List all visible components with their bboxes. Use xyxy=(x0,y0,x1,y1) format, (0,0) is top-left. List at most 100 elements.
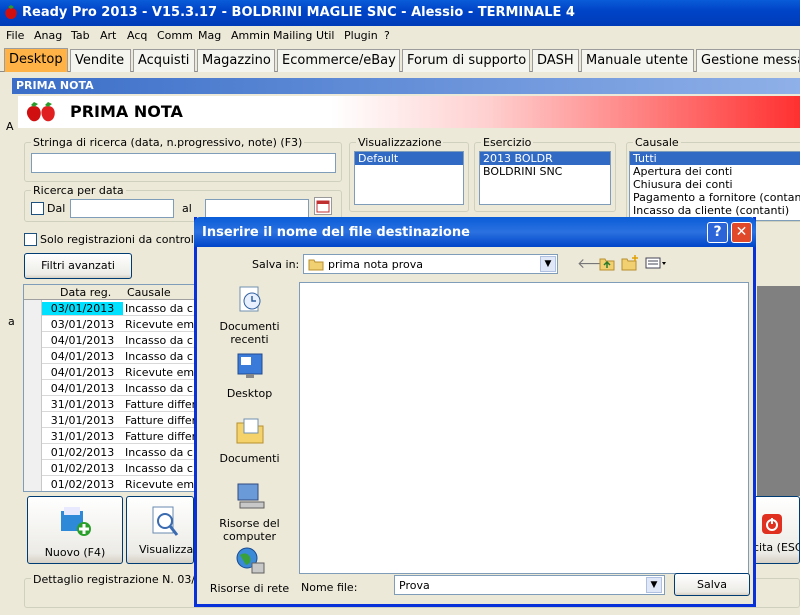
up-folder-icon[interactable] xyxy=(599,256,615,271)
menu-tab[interactable]: Tab xyxy=(71,29,90,42)
app-title: Ready Pro 2013 - V15.3.17 - BOLDRINI MAG… xyxy=(22,5,575,20)
recent-documents-icon xyxy=(239,286,260,312)
place-my-computer[interactable]: Risorse del computer xyxy=(207,480,292,543)
search-input[interactable] xyxy=(31,153,336,173)
only-check-checkbox[interactable] xyxy=(24,233,37,246)
save-button[interactable]: Salva xyxy=(674,573,750,596)
tab-manuale[interactable]: Manuale utente xyxy=(581,49,694,72)
list-item[interactable]: Tutti xyxy=(630,152,800,165)
table-row[interactable]: 04/01/2013 Incasso da clie xyxy=(24,332,203,348)
new-folder-icon[interactable] xyxy=(621,255,639,271)
menu-ammin[interactable]: Ammin xyxy=(231,29,270,42)
causale-list[interactable]: Tutti Apertura dei conti Chiusura dei co… xyxy=(629,151,800,221)
desktop-icon xyxy=(237,353,262,378)
new-button[interactable]: Nuovo (F4) xyxy=(27,496,123,564)
menu-comm[interactable]: Comm xyxy=(157,29,193,42)
cell-date: 04/01/2013 xyxy=(50,350,115,363)
menu-art[interactable]: Art xyxy=(100,29,116,42)
menu-mailing[interactable]: Mailing xyxy=(273,29,312,42)
prima-nota-banner: PRIMA NOTA xyxy=(18,96,800,128)
app-titlebar: Ready Pro 2013 - V15.3.17 - BOLDRINI MAG… xyxy=(0,0,800,26)
chevron-down-icon[interactable]: ▼ xyxy=(646,577,662,593)
tab-acquisti[interactable]: Acquisti xyxy=(133,49,195,72)
esercizio-label: Esercizio xyxy=(481,136,534,149)
list-item[interactable]: Pagamento a fornitore (contanti) xyxy=(630,191,800,204)
esercizio-list[interactable]: 2013 BOLDR BOLDRINI SNC xyxy=(479,151,611,205)
help-button[interactable]: ? xyxy=(707,222,728,243)
tab-ecommerce[interactable]: Ecommerce/eBay xyxy=(277,49,400,72)
magnifier-doc-icon xyxy=(152,506,179,536)
tab-forum[interactable]: Forum di supporto xyxy=(402,49,530,72)
table-row[interactable]: 04/01/2013 Ricevute emes xyxy=(24,364,202,380)
file-list[interactable] xyxy=(299,282,749,574)
documents-folder-icon xyxy=(236,418,263,444)
table-row[interactable]: 04/01/2013 Incasso da clie xyxy=(24,348,202,364)
cell-date: 03/01/2013 xyxy=(50,318,115,331)
cell-date: 03/01/2013 xyxy=(42,302,123,315)
table-row[interactable]: 31/01/2013 Fatture differi xyxy=(24,412,202,428)
search-group: Stringa di ricerca (data, n.progressivo,… xyxy=(24,136,342,182)
table-row[interactable]: 01/02/2013 Incasso da clie xyxy=(24,444,202,460)
menu-plugin[interactable]: Plugin xyxy=(344,29,378,42)
calendar-icon[interactable] xyxy=(314,197,332,215)
computer-icon xyxy=(237,483,264,509)
filename-value: Prova xyxy=(399,579,430,592)
visualizzazione-group: Visualizzazione Default xyxy=(349,136,469,212)
date-to-input[interactable] xyxy=(205,199,309,218)
tab-dash[interactable]: DASH xyxy=(532,49,579,72)
menu-acq[interactable]: Acq xyxy=(127,29,147,42)
strawberries-icon xyxy=(26,102,55,122)
table-row[interactable]: 03/01/2013 Ricevute emes xyxy=(24,316,202,332)
place-network[interactable]: Risorse di rete xyxy=(207,545,292,595)
list-item[interactable]: Default xyxy=(355,152,463,165)
new-record-icon xyxy=(61,507,91,536)
menu-file[interactable]: File xyxy=(6,29,24,42)
table-row[interactable]: 03/01/2013 Incasso da clie xyxy=(24,300,202,316)
menu-util[interactable]: Util xyxy=(316,29,334,42)
column-header-date[interactable]: Data reg. xyxy=(60,286,111,299)
network-globe-icon xyxy=(236,547,264,574)
tab-vendite[interactable]: Vendite xyxy=(70,49,131,72)
registrations-table[interactable]: Data reg. Causale 03/01/2013 Incasso da c… xyxy=(23,284,203,492)
date-filter-checkbox[interactable] xyxy=(31,202,44,215)
save-in-dropdown[interactable]: prima nota prova ▼ xyxy=(303,254,558,274)
cell-date: 01/02/2013 xyxy=(50,462,115,475)
cell-causale: Ricevute emes xyxy=(125,478,203,491)
visualizzazione-label: Visualizzazione xyxy=(356,136,444,149)
place-desktop[interactable]: Desktop xyxy=(207,350,292,400)
menu-anag[interactable]: Anag xyxy=(34,29,62,42)
cell-causale: Fatture differi xyxy=(125,414,200,427)
list-item[interactable]: BOLDRINI SNC xyxy=(480,165,610,178)
close-button[interactable]: ✕ xyxy=(731,222,752,243)
place-documents[interactable]: Documenti xyxy=(207,415,292,465)
table-row[interactable]: 01/02/2013 Incasso da clie xyxy=(24,460,202,476)
strawberry-icon xyxy=(5,5,17,19)
cell-causale: Fatture differi xyxy=(125,398,200,411)
visualizzazione-list[interactable]: Default xyxy=(354,151,464,205)
list-item[interactable]: Chiusura dei conti xyxy=(630,178,800,191)
place-recent-documents[interactable]: Documenti recenti xyxy=(207,283,292,346)
causale-group: Causale Tutti Apertura dei conti Chiusur… xyxy=(626,136,800,222)
to-label: al xyxy=(182,202,192,215)
menu-mag[interactable]: Mag xyxy=(198,29,221,42)
table-row[interactable]: 01/02/2013 Ricevute emes xyxy=(24,476,203,491)
tab-gestione[interactable]: Gestione messa xyxy=(696,49,800,72)
menu-help[interactable]: ? xyxy=(384,29,390,42)
column-header-causale[interactable]: Causale xyxy=(127,286,171,299)
cell-causale: Incasso da clie xyxy=(125,334,203,347)
date-from-input[interactable] xyxy=(70,199,174,218)
chevron-down-icon[interactable]: ▼ xyxy=(540,256,556,272)
view-button[interactable]: Visualizza (F xyxy=(126,496,194,564)
list-item[interactable]: 2013 BOLDR xyxy=(480,152,610,165)
table-row[interactable]: 31/01/2013 Fatture differi xyxy=(24,428,202,444)
list-item[interactable]: Apertura dei conti xyxy=(630,165,800,178)
table-row[interactable]: 31/01/2013 Fatture differi xyxy=(24,396,202,412)
advanced-filters-button[interactable]: Filtri avanzati xyxy=(24,253,132,279)
tab-desktop[interactable]: Desktop xyxy=(4,48,68,72)
view-menu-icon[interactable] xyxy=(645,257,667,269)
folder-icon xyxy=(308,259,324,271)
filename-input[interactable]: Prova ▼ xyxy=(394,575,665,595)
list-item[interactable]: Incasso da cliente (contanti) xyxy=(630,204,800,217)
tab-magazzino[interactable]: Magazzino xyxy=(197,49,275,72)
table-row[interactable]: 04/01/2013 Incasso da clie xyxy=(24,380,202,396)
